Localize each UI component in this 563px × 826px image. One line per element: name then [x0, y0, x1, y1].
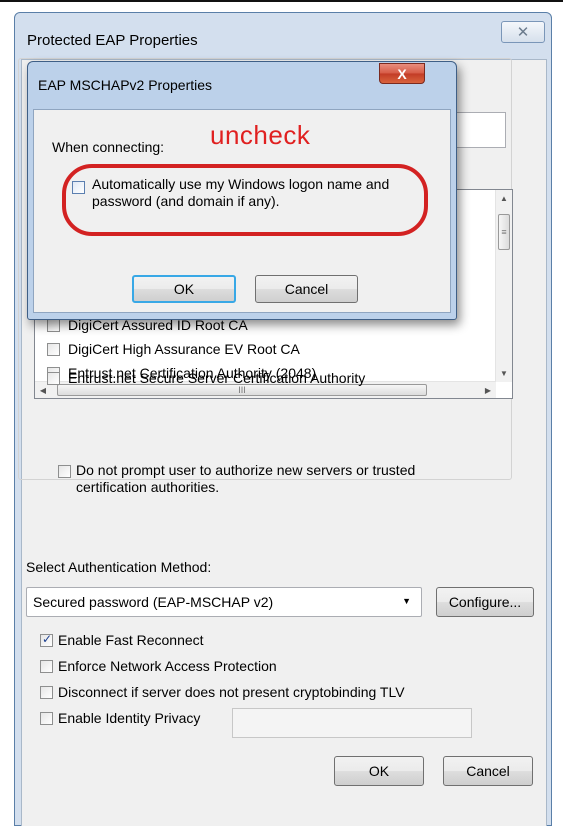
auto-logon-label: Automatically use my Windows logon name … [92, 176, 390, 209]
cancel-button[interactable]: Cancel [443, 756, 533, 786]
no-prompt-label: Do not prompt user to authorize new serv… [76, 462, 416, 495]
inner-dialog-title: EAP MSCHAPv2 Properties [38, 77, 213, 93]
list-item[interactable]: Entrust.net Secure Server Certification … [47, 370, 365, 386]
ok-button[interactable]: OK [334, 756, 424, 786]
nap-checkbox[interactable] [40, 660, 53, 673]
option-cryptobinding[interactable]: Disconnect if server does not present cr… [40, 684, 405, 700]
no-prompt-option[interactable]: Do not prompt user to authorize new serv… [58, 462, 478, 496]
inner-close-button[interactable]: X [379, 63, 425, 84]
auth-method-select[interactable]: Secured password (EAP-MSCHAP v2) ▼ [26, 587, 422, 617]
cert-checkbox[interactable] [47, 342, 60, 356]
close-icon: X [397, 65, 407, 82]
cert-label: Entrust.net Secure Server Certification … [68, 370, 366, 386]
configure-button[interactable]: Configure... [436, 587, 534, 617]
cert-checkbox[interactable] [47, 371, 60, 385]
when-connecting-label: When connecting: [52, 139, 165, 155]
auto-logon-option[interactable]: Automatically use my Windows logon name … [72, 176, 392, 210]
cryptobinding-checkbox[interactable] [40, 686, 53, 699]
select-auth-label: Select Authentication Method: [26, 559, 212, 575]
connect-to-servers-field[interactable] [456, 112, 506, 148]
outer-close-button[interactable]: ✕ [501, 21, 545, 43]
auth-method-value: Secured password (EAP-MSCHAP v2) [33, 594, 274, 610]
anonymous-identity-field[interactable] [232, 708, 472, 738]
inner-ok-button[interactable]: OK [132, 275, 236, 303]
option-label: Enable Fast Reconnect [58, 632, 204, 648]
chevron-down-icon: ▼ [402, 596, 411, 606]
no-prompt-checkbox[interactable] [58, 465, 71, 478]
option-network-access-protection[interactable]: Enforce Network Access Protection [40, 658, 277, 674]
list-item[interactable]: DigiCert High Assurance EV Root CA [47, 341, 300, 357]
option-label: Enforce Network Access Protection [58, 658, 277, 674]
auto-logon-checkbox[interactable] [72, 181, 85, 194]
vertical-scrollbar[interactable]: ▲ ≡ ▼ [495, 190, 512, 382]
eap-mschapv2-properties-dialog: EAP MSCHAPv2 Properties X When connectin… [27, 61, 457, 320]
grip-icon: ≡ [501, 227, 507, 237]
vertical-scroll-thumb[interactable]: ≡ [498, 214, 510, 250]
scroll-down-arrow-icon[interactable]: ▼ [496, 365, 512, 382]
option-label: Disconnect if server does not present cr… [58, 684, 405, 700]
cert-checkbox[interactable] [47, 318, 60, 332]
close-icon: ✕ [516, 24, 530, 41]
option-label: Enable Identity Privacy [58, 710, 201, 726]
option-identity-privacy[interactable]: Enable Identity Privacy [40, 710, 200, 726]
identity-privacy-checkbox[interactable] [40, 712, 53, 725]
cert-label: DigiCert High Assurance EV Root CA [68, 341, 300, 357]
scroll-right-arrow-icon[interactable]: ▶ [480, 382, 496, 398]
inner-cancel-button[interactable]: Cancel [255, 275, 358, 303]
scroll-up-arrow-icon[interactable]: ▲ [496, 190, 512, 207]
inner-dialog-client-area: When connecting: uncheck Automatically u… [33, 109, 451, 313]
top-border-line [0, 0, 563, 2]
fast-reconnect-checkbox[interactable] [40, 632, 53, 647]
uncheck-annotation: uncheck [210, 120, 311, 150]
option-fast-reconnect[interactable]: Enable Fast Reconnect [40, 632, 204, 648]
outer-dialog-title: Protected EAP Properties [27, 32, 198, 49]
grip-icon: III [238, 385, 246, 395]
